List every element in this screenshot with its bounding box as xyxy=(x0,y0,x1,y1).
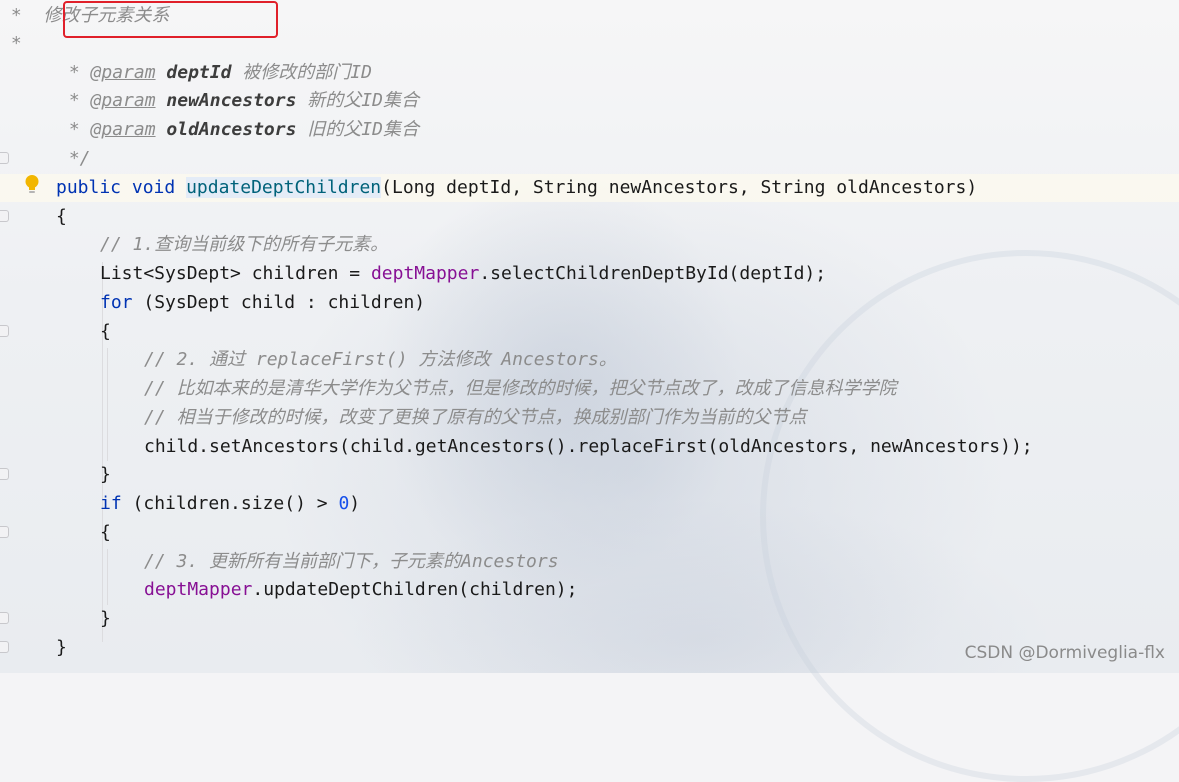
comment-line: // 比如本来的是清华大学作为父节点，但是修改的时候，把父节点改了，改成了信息科… xyxy=(0,375,1179,403)
keyword-void: void xyxy=(131,177,176,198)
comment-line: // 3. 更新所有当前部门下，子元素的Ancestors xyxy=(0,548,1179,576)
javadoc-end: */ xyxy=(0,145,1179,173)
javadoc-param-line: * @param deptId 被修改的部门ID xyxy=(0,59,1179,87)
javadoc-star: * xyxy=(58,90,91,111)
number-literal: 0 xyxy=(338,493,350,514)
javadoc-param-name: newAncestors xyxy=(166,90,297,111)
code-text: .updateDeptChildren(children); xyxy=(252,579,578,600)
code-comment: // 3. 更新所有当前部门下，子元素的Ancestors xyxy=(144,551,559,572)
code-text: .selectChildrenDeptById(deptId); xyxy=(479,263,827,284)
javadoc-param-desc: 被修改的部门ID xyxy=(242,62,372,83)
javadoc-star: * xyxy=(58,119,91,140)
open-brace: { xyxy=(100,522,111,543)
javadoc-param-desc: 旧的父ID集合 xyxy=(307,119,419,140)
keyword-for: for xyxy=(100,292,133,313)
method-name[interactable]: updateDeptChildren xyxy=(186,177,382,198)
code-line: { xyxy=(0,519,1179,547)
comment-line: // 1.查询当前级下的所有子元素。 xyxy=(0,231,1179,259)
javadoc-param-name: oldAncestors xyxy=(166,119,297,140)
javadoc-param-desc: 新的父ID集合 xyxy=(307,90,419,111)
watermark: CSDN @Dormiveglia-flx xyxy=(964,643,1165,663)
javadoc-star: * xyxy=(58,62,91,83)
code-line: if (children.size() > 0) xyxy=(0,490,1179,518)
close-brace: } xyxy=(56,637,67,658)
comment-line: // 相当于修改的时候，改变了更换了原有的父节点，换成别部门作为当前的父节点 xyxy=(0,404,1179,432)
code-line: deptMapper.updateDeptChildren(children); xyxy=(0,576,1179,604)
javadoc-param-tag: @param xyxy=(90,119,156,140)
code-line: } xyxy=(0,605,1179,633)
javadoc-param-line: * @param newAncestors 新的父ID集合 xyxy=(0,87,1179,115)
close-brace: } xyxy=(100,608,111,629)
code-text: (SysDept child : children) xyxy=(132,292,426,313)
code-text: child.setAncestors(child.getAncestors().… xyxy=(144,436,1033,457)
code-text: (children.size() > xyxy=(121,493,339,514)
method-params: (Long deptId, String newAncestors, Strin… xyxy=(381,177,978,198)
lightbulb-icon[interactable] xyxy=(24,174,40,196)
keyword-if: if xyxy=(100,493,122,514)
code-comment: // 相当于修改的时候，改变了更换了原有的父节点，换成别部门作为当前的父节点 xyxy=(144,407,807,428)
code-comment: // 比如本来的是清华大学作为父节点，但是修改的时候，把父节点改了，改成了信息科… xyxy=(144,378,897,399)
method-signature-line[interactable]: public void updateDeptChildren(Long dept… xyxy=(0,174,1179,202)
field-reference: deptMapper xyxy=(370,263,480,284)
red-highlight-box xyxy=(63,1,278,38)
javadoc-close: */ xyxy=(58,148,91,169)
code-line: } xyxy=(0,461,1179,489)
code-line: child.setAncestors(child.getAncestors().… xyxy=(0,433,1179,461)
close-brace: } xyxy=(100,464,111,485)
code-text: List<SysDept> children = xyxy=(100,263,371,284)
code-comment: // 1.查询当前级下的所有子元素。 xyxy=(100,234,389,255)
open-brace: { xyxy=(56,206,67,227)
code-text: ) xyxy=(349,493,361,514)
code-line: { xyxy=(0,318,1179,346)
code-comment: // 2. 通过 replaceFirst() 方法修改 Ancestors。 xyxy=(144,349,617,370)
open-brace: { xyxy=(100,321,111,342)
code-line: { xyxy=(0,203,1179,231)
javadoc-param-tag: @param xyxy=(90,90,156,111)
javadoc-param-name: deptId xyxy=(166,62,232,83)
comment-line: // 2. 通过 replaceFirst() 方法修改 Ancestors。 xyxy=(0,346,1179,374)
keyword-public: public xyxy=(56,177,122,198)
javadoc-param-line: * @param oldAncestors 旧的父ID集合 xyxy=(0,116,1179,144)
javadoc-param-tag: @param xyxy=(90,62,156,83)
code-line: for (SysDept child : children) xyxy=(0,289,1179,317)
javadoc-star: * xyxy=(0,33,22,54)
code-line: List<SysDept> children = deptMapper.sele… xyxy=(0,260,1179,288)
field-reference: deptMapper xyxy=(144,579,253,600)
